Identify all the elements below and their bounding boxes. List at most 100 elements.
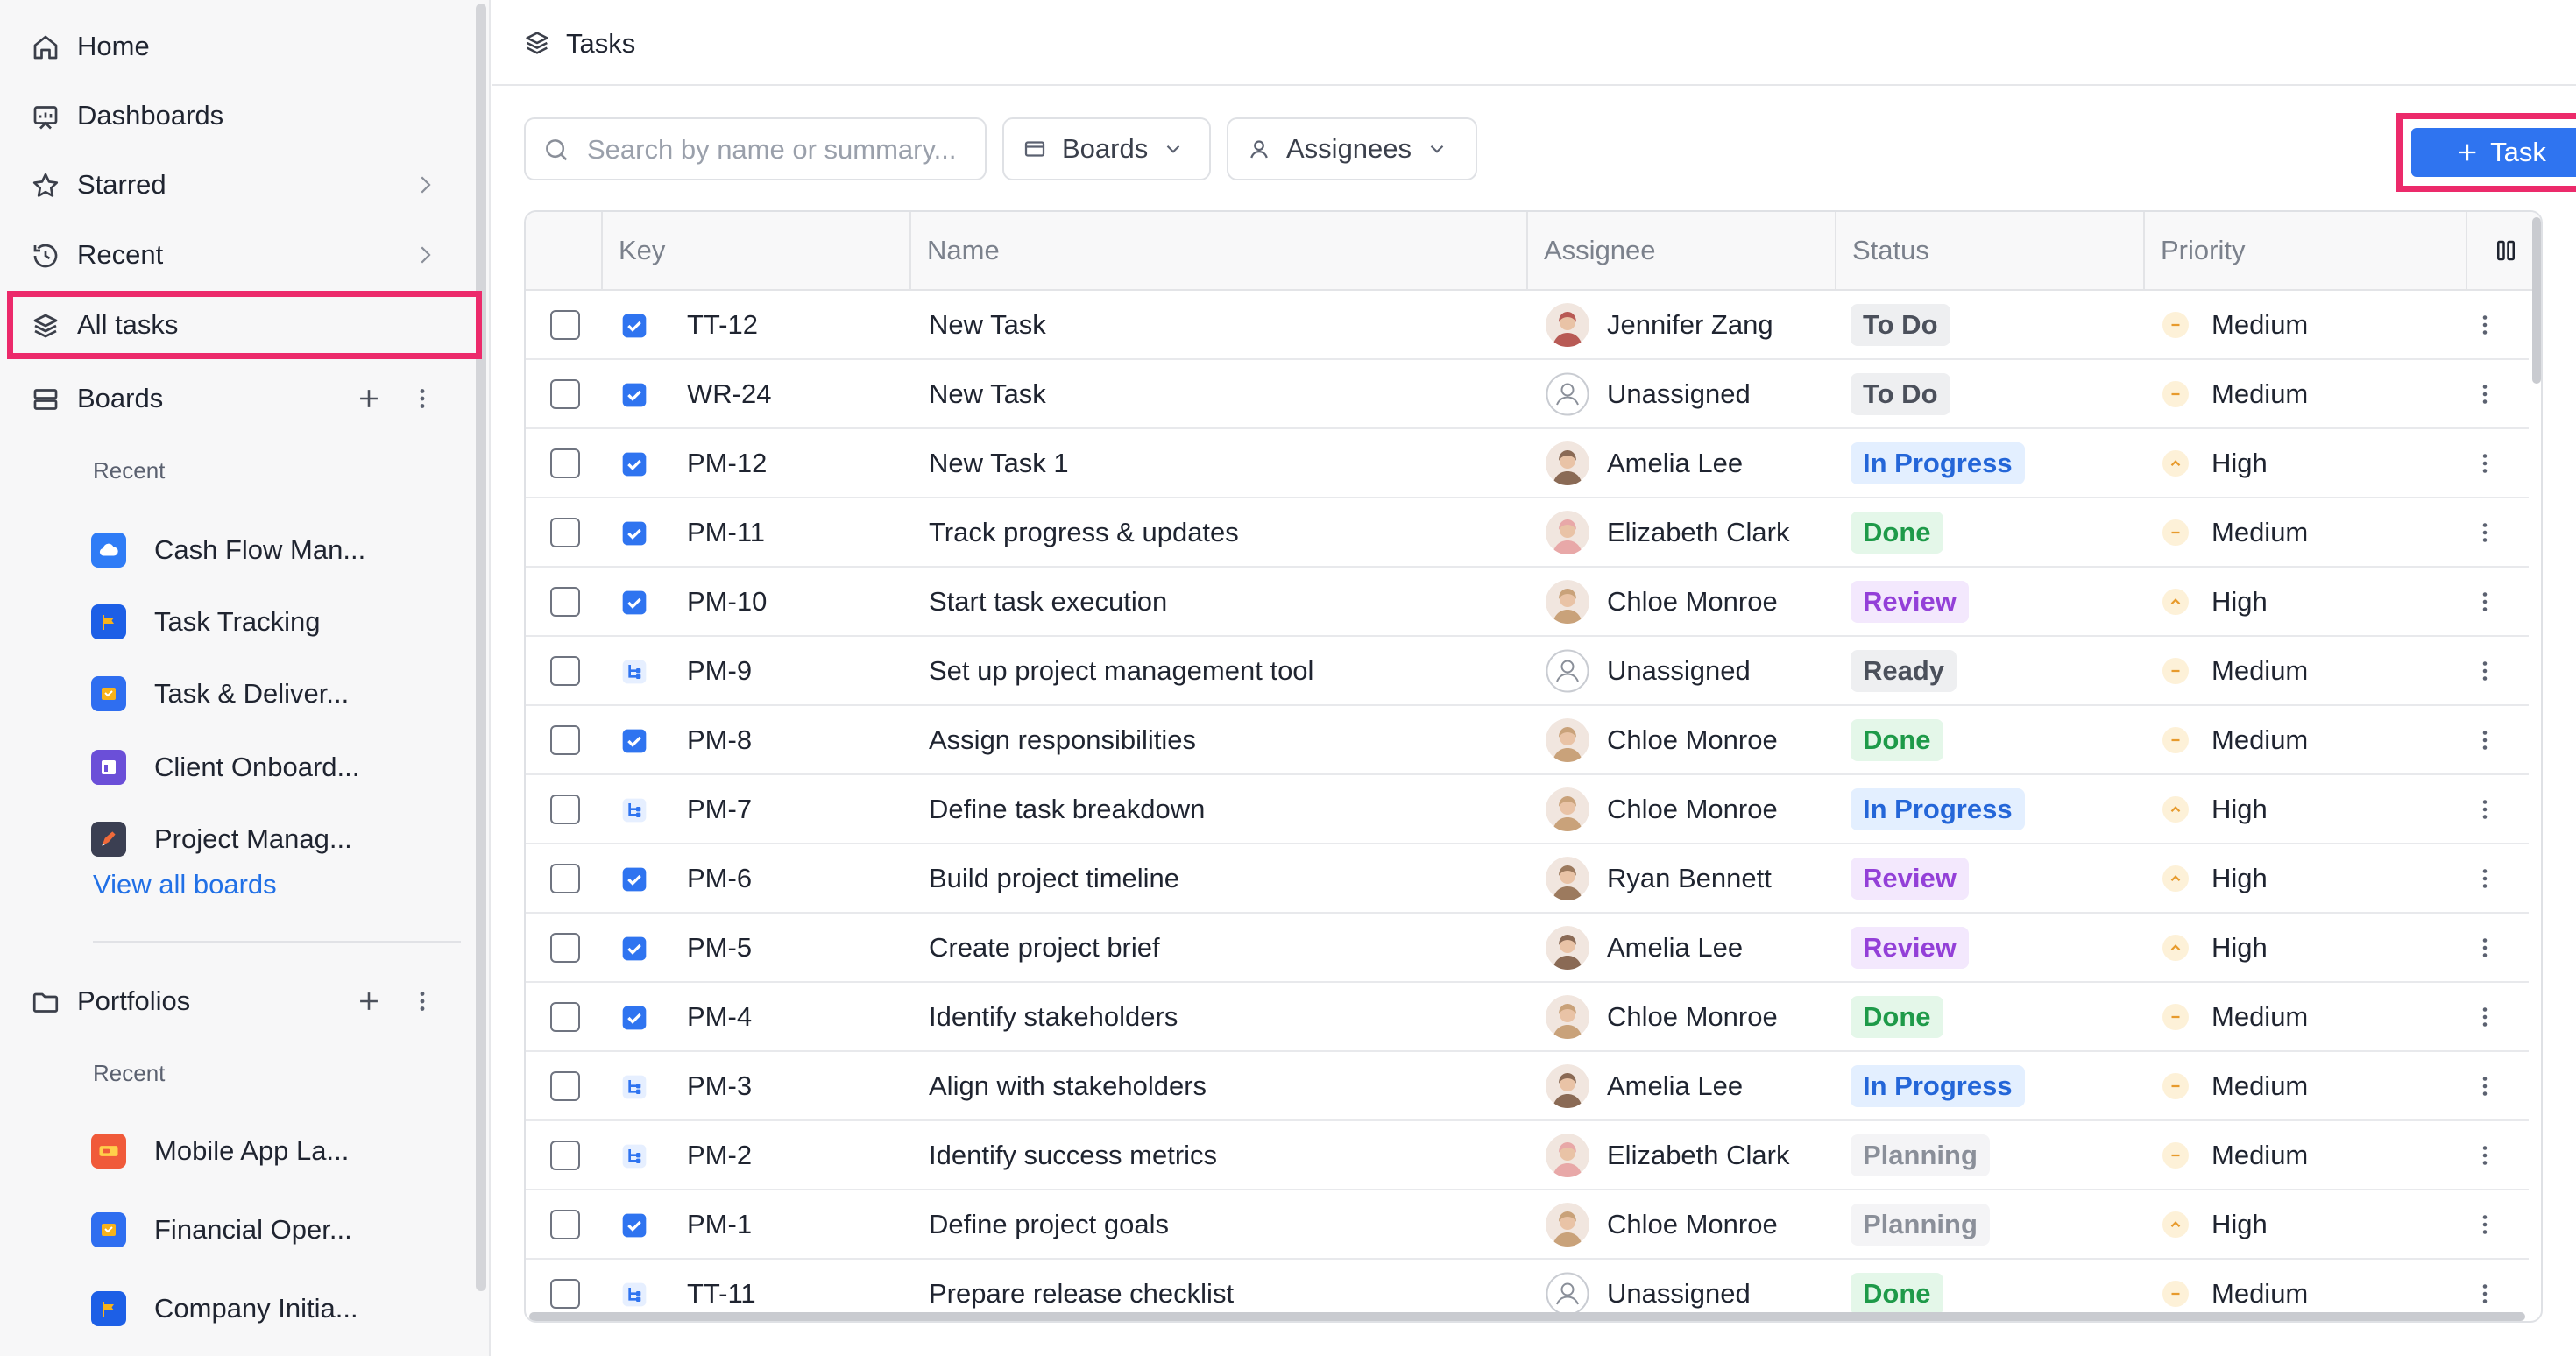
sidebar-item-starred[interactable]: Starred: [0, 151, 473, 219]
add-board-icon[interactable]: [354, 384, 384, 413]
task-key[interactable]: WR-24: [687, 360, 771, 427]
assignee-cell[interactable]: Jennifer Zang: [1546, 291, 1773, 358]
column-header-name[interactable]: Name: [911, 212, 1528, 289]
status-cell[interactable]: In Progress: [1851, 429, 2025, 497]
more-vertical-icon[interactable]: [412, 986, 433, 1016]
table-row[interactable]: PM-9 Set up project management tool Unassi…: [526, 637, 2529, 706]
status-cell[interactable]: To Do: [1851, 291, 1950, 358]
assignee-cell[interactable]: Chloe Monroe: [1546, 1190, 1778, 1258]
assignee-cell[interactable]: Elizabeth Clark: [1546, 498, 1789, 566]
status-cell[interactable]: Review: [1851, 568, 1969, 635]
row-checkbox[interactable]: [550, 310, 580, 340]
sidebar-portfolio-item[interactable]: Financial Oper...: [91, 1204, 459, 1256]
table-row[interactable]: PM-5 Create project brief Amelia Lee Review…: [526, 914, 2529, 983]
sidebar-item-dashboards[interactable]: Dashboards: [0, 81, 473, 150]
task-name[interactable]: Track progress & updates: [929, 498, 1239, 566]
priority-cell[interactable]: Medium: [2162, 291, 2308, 358]
table-row[interactable]: PM-1 Define project goals Chloe Monroe Plan…: [526, 1190, 2529, 1260]
priority-cell[interactable]: Medium: [2162, 360, 2308, 427]
sidebar-item-boards[interactable]: Boards: [0, 364, 473, 433]
task-key[interactable]: PM-12: [687, 429, 767, 497]
row-more-icon[interactable]: [2476, 587, 2494, 617]
assignee-cell[interactable]: Unassigned: [1546, 360, 1751, 427]
task-name[interactable]: Start task execution: [929, 568, 1167, 635]
sidebar-item-home[interactable]: Home: [0, 12, 473, 81]
row-checkbox[interactable]: [550, 1141, 580, 1170]
row-more-icon[interactable]: [2476, 448, 2494, 478]
column-header-key[interactable]: Key: [603, 212, 911, 289]
priority-cell[interactable]: High: [2162, 914, 2268, 981]
sidebar-portfolio-item[interactable]: Company Initia...: [91, 1282, 459, 1335]
row-checkbox[interactable]: [550, 864, 580, 893]
column-header-assignee[interactable]: Assignee: [1528, 212, 1836, 289]
status-cell[interactable]: Done: [1851, 706, 1943, 773]
priority-cell[interactable]: High: [2162, 775, 2268, 843]
table-row[interactable]: PM-6 Build project timeline Ryan Bennett Re…: [526, 844, 2529, 914]
task-key[interactable]: PM-9: [687, 637, 752, 704]
assignee-cell[interactable]: Amelia Lee: [1546, 429, 1743, 497]
priority-cell[interactable]: High: [2162, 1190, 2268, 1258]
priority-cell[interactable]: High: [2162, 568, 2268, 635]
row-checkbox[interactable]: [550, 518, 580, 547]
sidebar-board-item[interactable]: Project Manag...: [91, 813, 459, 865]
row-checkbox[interactable]: [550, 725, 580, 755]
task-key[interactable]: TT-12: [687, 291, 758, 358]
view-all-boards-link[interactable]: View all boards: [93, 869, 277, 900]
priority-cell[interactable]: Medium: [2162, 1121, 2308, 1189]
task-name[interactable]: Identify stakeholders: [929, 983, 1178, 1050]
row-checkbox[interactable]: [550, 1210, 580, 1239]
task-name[interactable]: Assign responsibilities: [929, 706, 1196, 773]
task-key[interactable]: PM-7: [687, 775, 752, 843]
row-more-icon[interactable]: [2476, 1210, 2494, 1239]
table-row[interactable]: PM-10 Start task execution Chloe Monroe Rev…: [526, 568, 2529, 637]
row-checkbox[interactable]: [550, 1071, 580, 1101]
row-more-icon[interactable]: [2476, 656, 2494, 686]
task-key[interactable]: PM-1: [687, 1190, 752, 1258]
status-cell[interactable]: Ready: [1851, 637, 1957, 704]
row-checkbox[interactable]: [550, 656, 580, 686]
priority-cell[interactable]: Medium: [2162, 637, 2308, 704]
row-more-icon[interactable]: [2476, 1279, 2494, 1309]
search-box[interactable]: [524, 117, 987, 180]
row-checkbox[interactable]: [550, 448, 580, 478]
sidebar-board-item[interactable]: Cash Flow Man...: [91, 524, 459, 576]
task-name[interactable]: New Task: [929, 360, 1046, 427]
row-more-icon[interactable]: [2476, 864, 2494, 893]
assignees-filter[interactable]: Assignees: [1227, 117, 1477, 180]
row-more-icon[interactable]: [2476, 933, 2494, 963]
task-key[interactable]: PM-4: [687, 983, 752, 1050]
sidebar-board-item[interactable]: Task Tracking: [91, 596, 459, 648]
task-name[interactable]: Define task breakdown: [929, 775, 1205, 843]
sidebar-portfolio-item[interactable]: Mobile App La...: [91, 1125, 459, 1177]
status-cell[interactable]: Done: [1851, 983, 1943, 1050]
row-checkbox[interactable]: [550, 587, 580, 617]
task-name[interactable]: New Task: [929, 291, 1046, 358]
assignee-cell[interactable]: Chloe Monroe: [1546, 983, 1778, 1050]
assignee-cell[interactable]: Chloe Monroe: [1546, 706, 1778, 773]
sidebar-item-recent[interactable]: Recent: [0, 221, 473, 289]
priority-cell[interactable]: Medium: [2162, 706, 2308, 773]
status-cell[interactable]: Planning: [1851, 1190, 1990, 1258]
priority-cell[interactable]: High: [2162, 844, 2268, 912]
table-row[interactable]: WR-24 New Task Unassigned To Do Medium: [526, 360, 2529, 429]
search-input[interactable]: [587, 128, 973, 172]
sidebar-scrollbar[interactable]: [476, 4, 486, 1291]
status-cell[interactable]: Review: [1851, 844, 1969, 912]
task-name[interactable]: Set up project management tool: [929, 637, 1313, 704]
boards-filter[interactable]: Boards: [1002, 117, 1211, 180]
row-checkbox[interactable]: [550, 1002, 580, 1032]
row-more-icon[interactable]: [2476, 1071, 2494, 1101]
assignee-cell[interactable]: Amelia Lee: [1546, 914, 1743, 981]
more-vertical-icon[interactable]: [412, 384, 433, 413]
task-name[interactable]: Create project brief: [929, 914, 1160, 981]
chevron-right-icon[interactable]: [412, 172, 438, 198]
sidebar-board-item[interactable]: Client Onboard...: [91, 741, 459, 794]
status-cell[interactable]: In Progress: [1851, 775, 2025, 843]
task-name[interactable]: Align with stakeholders: [929, 1052, 1207, 1119]
row-more-icon[interactable]: [2476, 795, 2494, 824]
table-horizontal-scrollbar[interactable]: [529, 1312, 2525, 1321]
chevron-right-icon[interactable]: [412, 242, 438, 268]
assignee-cell[interactable]: Amelia Lee: [1546, 1052, 1743, 1119]
status-cell[interactable]: In Progress: [1851, 1052, 2025, 1119]
task-key[interactable]: PM-6: [687, 844, 752, 912]
